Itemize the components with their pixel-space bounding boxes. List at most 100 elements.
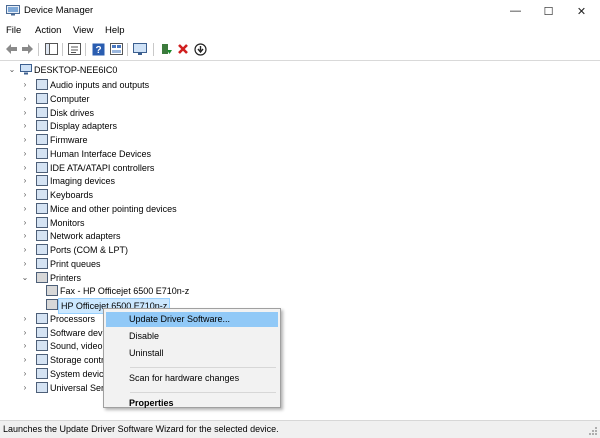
title-bar: Device Manager — ☐ ✕: [0, 0, 600, 22]
expand-icon[interactable]: ›: [21, 106, 29, 120]
system-icon: [36, 367, 48, 379]
expand-icon[interactable]: ›: [21, 339, 29, 353]
tree-item-label: Audio inputs and outputs: [50, 80, 150, 90]
expand-icon[interactable]: ›: [21, 353, 29, 367]
hid-icon: [36, 147, 48, 159]
uninstall-icon[interactable]: [176, 42, 190, 56]
mouse-icon: [36, 202, 48, 214]
tree-item-label: Computer: [50, 93, 90, 104]
context-menu-label: Properties: [129, 398, 174, 408]
fax-icon: [46, 285, 58, 297]
minimize-button[interactable]: —: [499, 0, 532, 22]
monitor-icon[interactable]: [133, 42, 147, 56]
properties-icon[interactable]: [67, 42, 81, 56]
expand-icon[interactable]: ›: [21, 78, 29, 92]
expand-icon[interactable]: ›: [21, 229, 29, 243]
console-tree-icon[interactable]: [44, 42, 58, 56]
collapse-icon[interactable]: ⌄: [8, 63, 16, 77]
back-icon[interactable]: [4, 42, 18, 56]
forward-icon[interactable]: [20, 42, 34, 56]
storage-icon: [36, 354, 48, 365]
camera-icon: [36, 175, 48, 187]
tree-item-label: Printers: [50, 272, 82, 283]
toolbar-separator: [153, 43, 154, 56]
network-icon: [36, 230, 48, 242]
menu-view[interactable]: View: [73, 25, 93, 36]
status-text: Launches the Update Driver Software Wiza…: [3, 424, 279, 434]
expand-icon[interactable]: ›: [21, 188, 29, 202]
tree-item-label: Monitors: [50, 217, 85, 228]
tree-item-label: Print queues: [50, 258, 101, 269]
tree-item-label: Imaging devices: [50, 176, 116, 187]
download-icon[interactable]: [193, 42, 207, 56]
menu-bar: File Action View Help: [0, 22, 600, 39]
computer-icon: [20, 64, 32, 75]
expand-icon[interactable]: ›: [21, 161, 29, 175]
context-menu-label: Disable: [129, 331, 160, 341]
update-driver-icon[interactable]: [159, 42, 173, 56]
svg-text:?: ?: [95, 45, 101, 56]
expand-icon[interactable]: ›: [21, 133, 29, 147]
sound-icon: [36, 340, 48, 352]
collapse-icon[interactable]: ⌄: [21, 271, 29, 285]
window-title: Device Manager: [24, 5, 94, 16]
software-icon: [36, 326, 48, 338]
tree-item-label: Human Interface Devices: [50, 148, 152, 159]
toolbar-separator: [85, 43, 86, 56]
tree-item-label: Firmware: [50, 135, 88, 145]
root-label: DESKTOP-NEE6IC0: [34, 65, 118, 75]
tree-item-label: Processors: [50, 313, 96, 324]
printer-icon: [36, 271, 48, 283]
expand-icon[interactable]: ›: [21, 119, 29, 133]
expand-icon[interactable]: ›: [21, 202, 29, 216]
menu-file[interactable]: File: [6, 25, 21, 36]
expand-icon[interactable]: ›: [21, 367, 29, 381]
tree-item-label: Keyboards: [50, 190, 94, 200]
processor-icon: [36, 312, 48, 324]
expand-icon[interactable]: ›: [21, 243, 29, 257]
menu-action[interactable]: Action: [35, 25, 61, 36]
tree-item-label: Mice and other pointing devices: [50, 203, 177, 214]
expand-icon[interactable]: ›: [21, 92, 29, 106]
tree-item-label: Fax - HP Officejet 6500 E710n-z: [60, 286, 190, 297]
usb-icon: [36, 381, 48, 393]
view-resources-icon[interactable]: [109, 42, 123, 56]
tree-item-label: Display adapters: [50, 121, 118, 132]
context-menu-scan-for-hardware-changes[interactable]: Scan for hardware changes: [106, 371, 278, 386]
port-icon: [36, 244, 48, 255]
device-tree[interactable]: ⌄ DESKTOP-NEE6IC0 › Audio inputs and outp…: [0, 61, 600, 419]
keyboard-icon: [36, 189, 48, 200]
context-menu-label: Scan for hardware changes: [129, 373, 240, 383]
speaker-icon: [36, 79, 48, 90]
help-icon[interactable]: ?: [91, 42, 105, 56]
context-menu-update-driver-software[interactable]: Update Driver Software...: [106, 312, 278, 327]
expand-icon[interactable]: ›: [21, 257, 29, 271]
expand-icon[interactable]: ›: [21, 216, 29, 230]
expand-icon[interactable]: ›: [21, 174, 29, 188]
expand-icon[interactable]: ›: [21, 381, 29, 395]
close-button[interactable]: ✕: [565, 0, 598, 22]
context-menu-disable[interactable]: Disable: [106, 329, 278, 344]
maximize-button[interactable]: ☐: [532, 0, 565, 22]
toolbar-separator: [62, 43, 63, 56]
resize-grip-icon[interactable]: [588, 426, 598, 436]
firmware-icon: [36, 134, 48, 145]
menu-help[interactable]: Help: [105, 25, 125, 36]
printer-icon: [46, 299, 58, 310]
device-manager-icon: [6, 5, 20, 16]
print-queue-icon: [36, 257, 48, 269]
tree-item-label: IDE ATA/ATAPI controllers: [50, 162, 155, 173]
context-menu-uninstall[interactable]: Uninstall: [106, 346, 278, 361]
computer-icon: [36, 92, 48, 104]
expand-icon[interactable]: ›: [21, 147, 29, 161]
tree-item-label: Network adapters: [50, 231, 121, 242]
context-menu-properties[interactable]: Properties: [106, 396, 278, 411]
expand-icon[interactable]: ›: [21, 326, 29, 340]
tree-root[interactable]: ⌄ DESKTOP-NEE6IC0: [0, 63, 300, 77]
expand-icon[interactable]: ›: [21, 312, 29, 326]
toolbar: ?: [0, 39, 600, 61]
tree-item-label: Ports (COM & LPT): [50, 245, 129, 255]
tree-item-label: Disk drives: [50, 107, 95, 118]
monitor-icon: [36, 216, 48, 228]
context-menu-label: Uninstall: [129, 348, 164, 358]
